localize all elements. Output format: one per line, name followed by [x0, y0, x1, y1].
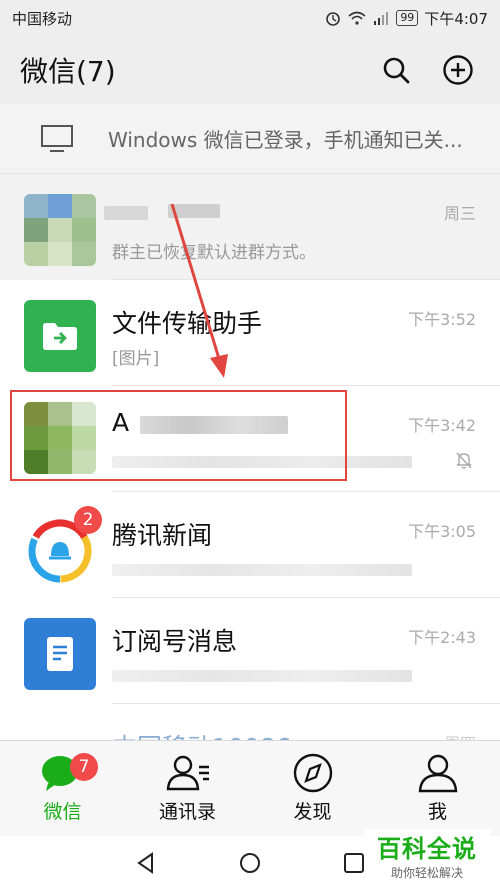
- tab-label: 我: [427, 801, 447, 823]
- subscriptions-avatar: [24, 618, 96, 690]
- chat-time: 下午2:43: [408, 628, 476, 647]
- chat-time: 下午3:05: [408, 522, 476, 541]
- battery-indicator: 99: [396, 10, 419, 26]
- watermark: 百科全说 助你轻松解决: [364, 829, 490, 881]
- chat-time: 周三: [443, 204, 476, 223]
- recents-icon[interactable]: [342, 851, 366, 875]
- chat-item-group[interactable]: 群主已恢复默认进群方式。 周三: [0, 174, 500, 280]
- app-header: 微信(7): [0, 36, 500, 104]
- back-icon[interactable]: [134, 851, 158, 875]
- status-bar: 中国移动 99 下午4:07: [0, 0, 500, 36]
- unread-badge: 2: [74, 506, 102, 534]
- monitor-icon: [41, 124, 73, 152]
- tab-unread-badge: 7: [70, 753, 98, 781]
- watermark-title: 百科全说: [377, 835, 477, 863]
- alarm-icon: [326, 12, 341, 26]
- signal-icon: [374, 12, 389, 25]
- chat-time: 下午3:52: [408, 310, 476, 329]
- chat-item-china-mobile[interactable]: 中国移动10086 周四: [0, 704, 500, 740]
- chat-preview: 群主已恢复默认进群方式。: [112, 243, 316, 263]
- wifi-icon: [348, 11, 366, 25]
- watermark-subtitle: 助你轻松解决: [390, 866, 463, 880]
- chat-name: 订阅号消息: [112, 627, 238, 656]
- tencent-news-avatar: 2: [24, 506, 102, 584]
- desktop-login-banner[interactable]: Windows 微信已登录，手机通知已关...: [0, 104, 500, 174]
- person-icon: [418, 754, 457, 793]
- tab-contacts[interactable]: 通讯录: [125, 741, 250, 836]
- banner-text: Windows 微信已登录，手机通知已关...: [108, 128, 463, 152]
- add-button[interactable]: [438, 50, 478, 90]
- chat-time: 周四: [444, 730, 476, 740]
- tab-label: 发现: [293, 801, 332, 823]
- avatar: [24, 402, 96, 474]
- chat-item-tencent-news[interactable]: 2 腾讯新闻 下午3:05: [0, 492, 500, 598]
- home-icon[interactable]: [238, 851, 262, 875]
- chat-time: 下午3:42: [408, 416, 476, 435]
- file-transfer-avatar: [24, 300, 96, 372]
- chat-name: 中国移动10086: [112, 728, 292, 740]
- plus-circle-icon: [443, 55, 473, 85]
- chat-item-a[interactable]: A 下午3:42: [0, 386, 500, 492]
- chat-item-file-transfer[interactable]: 文件传输助手 [图片] 下午3:52: [0, 280, 500, 386]
- china-mobile-icon: [24, 724, 96, 740]
- tab-discover[interactable]: 发现: [250, 741, 375, 836]
- tab-chats[interactable]: 7 微信: [0, 741, 125, 836]
- chat-item-subscriptions[interactable]: 订阅号消息 下午2:43: [0, 598, 500, 704]
- tab-label: 通讯录: [158, 801, 216, 823]
- china-mobile-avatar: [24, 724, 96, 740]
- search-button[interactable]: [376, 50, 416, 90]
- chat-name: 腾讯新闻: [112, 521, 213, 550]
- search-icon: [383, 57, 410, 84]
- page-title: 微信(7): [20, 55, 116, 88]
- chat-name: A: [112, 408, 130, 437]
- document-icon: [47, 637, 73, 671]
- chat-name: 文件传输助手: [112, 309, 263, 338]
- avatar: [24, 194, 96, 266]
- carrier-label: 中国移动: [12, 9, 73, 28]
- mute-bell-icon: [456, 452, 472, 469]
- bottom-tab-bar: 7 微信 通讯录 发现 我: [0, 740, 500, 836]
- contacts-icon: [166, 755, 209, 791]
- chat-preview: [图片]: [112, 349, 160, 369]
- tab-me[interactable]: 我: [375, 741, 500, 836]
- compass-icon: [293, 753, 332, 793]
- folder-arrow-icon: [43, 323, 77, 350]
- clock: 下午4:07: [424, 9, 488, 28]
- tab-label: 微信: [43, 801, 82, 823]
